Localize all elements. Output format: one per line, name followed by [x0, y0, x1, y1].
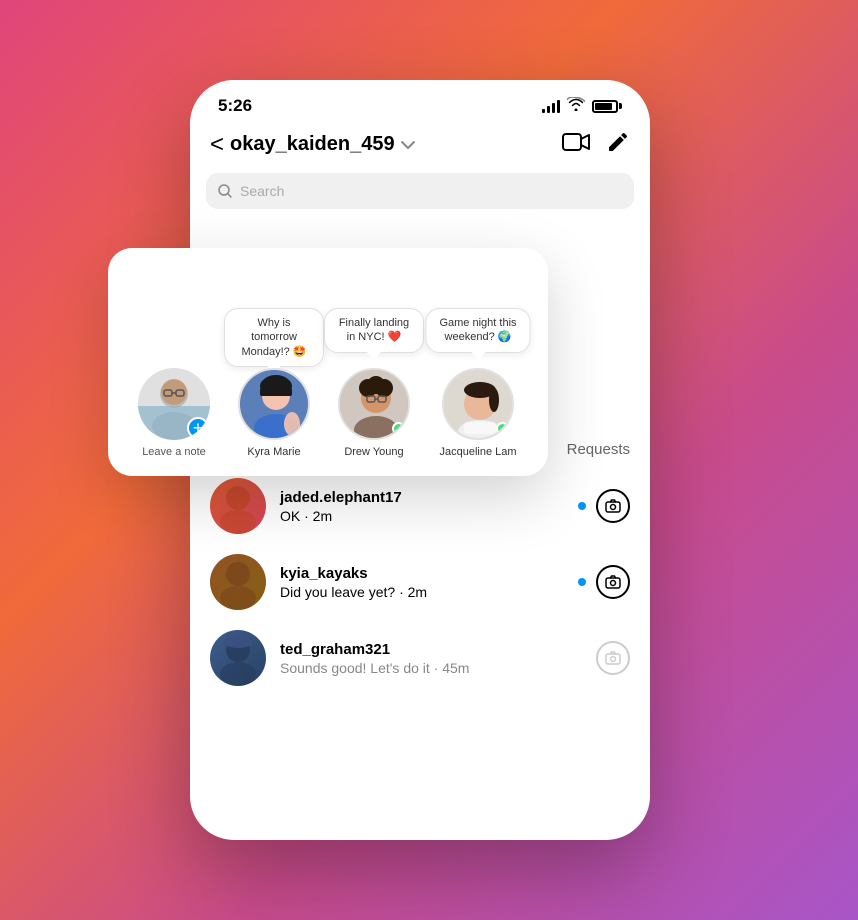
message-content: ted_graham321 Sounds good! Let's do it ·… — [280, 641, 564, 676]
story-name: Jacqueline Lam — [439, 446, 516, 458]
nav-title-group: < okay_kaiden_459 — [210, 131, 415, 159]
video-call-button[interactable] — [562, 131, 590, 158]
requests-link[interactable]: Requests — [567, 441, 630, 458]
story-bubble: Why is tomorrow Monday!? 🤩 — [224, 308, 324, 367]
camera-action-button[interactable] — [596, 489, 630, 523]
search-bar[interactable]: Search — [206, 173, 634, 209]
search-icon — [218, 184, 232, 198]
signal-icon — [542, 99, 560, 113]
nav-actions — [562, 130, 630, 159]
message-preview: Did you leave yet? · 2m — [280, 584, 564, 600]
battery-icon — [592, 100, 622, 113]
status-bar: 5:26 — [190, 80, 650, 124]
camera-action-button[interactable] — [596, 565, 630, 599]
unread-dot — [578, 502, 586, 510]
avatar — [442, 368, 514, 440]
story-item-kyra-marie[interactable]: Why is tomorrow Monday!? 🤩 — [234, 308, 314, 458]
message-preview: OK · 2m — [280, 508, 564, 524]
wifi-icon — [567, 97, 585, 115]
avatar — [210, 554, 266, 610]
message-username: jaded.elephant17 — [280, 489, 564, 506]
unread-dot — [578, 578, 586, 586]
message-actions — [578, 641, 630, 675]
status-time: 5:26 — [218, 96, 252, 116]
message-username: ted_graham321 — [280, 641, 564, 658]
add-story-button[interactable]: + — [187, 417, 209, 439]
nav-title: okay_kaiden_459 — [230, 133, 395, 156]
message-content: jaded.elephant17 OK · 2m — [280, 489, 564, 524]
compose-button[interactable] — [606, 130, 630, 159]
avatar — [210, 478, 266, 534]
story-name: Kyra Marie — [247, 446, 300, 458]
search-placeholder: Search — [240, 183, 284, 199]
story-item-drew-young[interactable]: Finally landing in NYC! ❤️ — [334, 308, 414, 458]
story-name: Drew Young — [344, 446, 403, 458]
story-item-leave-note[interactable]: + Leave a note — [134, 368, 214, 458]
chevron-down-icon — [401, 140, 415, 150]
table-row[interactable]: ted_graham321 Sounds good! Let's do it ·… — [210, 620, 630, 696]
stories-row: + Leave a note Why is tomorrow Monday!? … — [120, 308, 536, 458]
status-icons — [542, 97, 622, 115]
story-name: Leave a note — [142, 446, 206, 458]
message-username: kyia_kayaks — [280, 565, 564, 582]
avatar: + — [138, 368, 210, 440]
camera-action-button[interactable] — [596, 641, 630, 675]
story-bubble: Finally landing in NYC! ❤️ — [324, 308, 424, 353]
story-bubble: Game night this weekend? 🌍 — [426, 308, 531, 353]
avatar — [338, 368, 410, 440]
table-row[interactable]: kyia_kayaks Did you leave yet? · 2m — [210, 544, 630, 620]
message-preview: Sounds good! Let's do it · 45m — [280, 660, 564, 676]
message-actions — [578, 565, 630, 599]
online-indicator — [496, 422, 509, 435]
avatar — [238, 368, 310, 440]
table-row[interactable]: jaded.elephant17 OK · 2m — [210, 468, 630, 544]
floating-stories-card: + Leave a note Why is tomorrow Monday!? … — [108, 248, 548, 476]
back-button[interactable]: < — [210, 131, 224, 159]
avatar — [210, 630, 266, 686]
nav-bar: < okay_kaiden_459 — [190, 124, 650, 173]
message-actions — [578, 489, 630, 523]
online-indicator — [392, 422, 405, 435]
story-item-jacqueline-lam[interactable]: Game night this weekend? 🌍 — [434, 308, 522, 458]
message-content: kyia_kayaks Did you leave yet? · 2m — [280, 565, 564, 600]
